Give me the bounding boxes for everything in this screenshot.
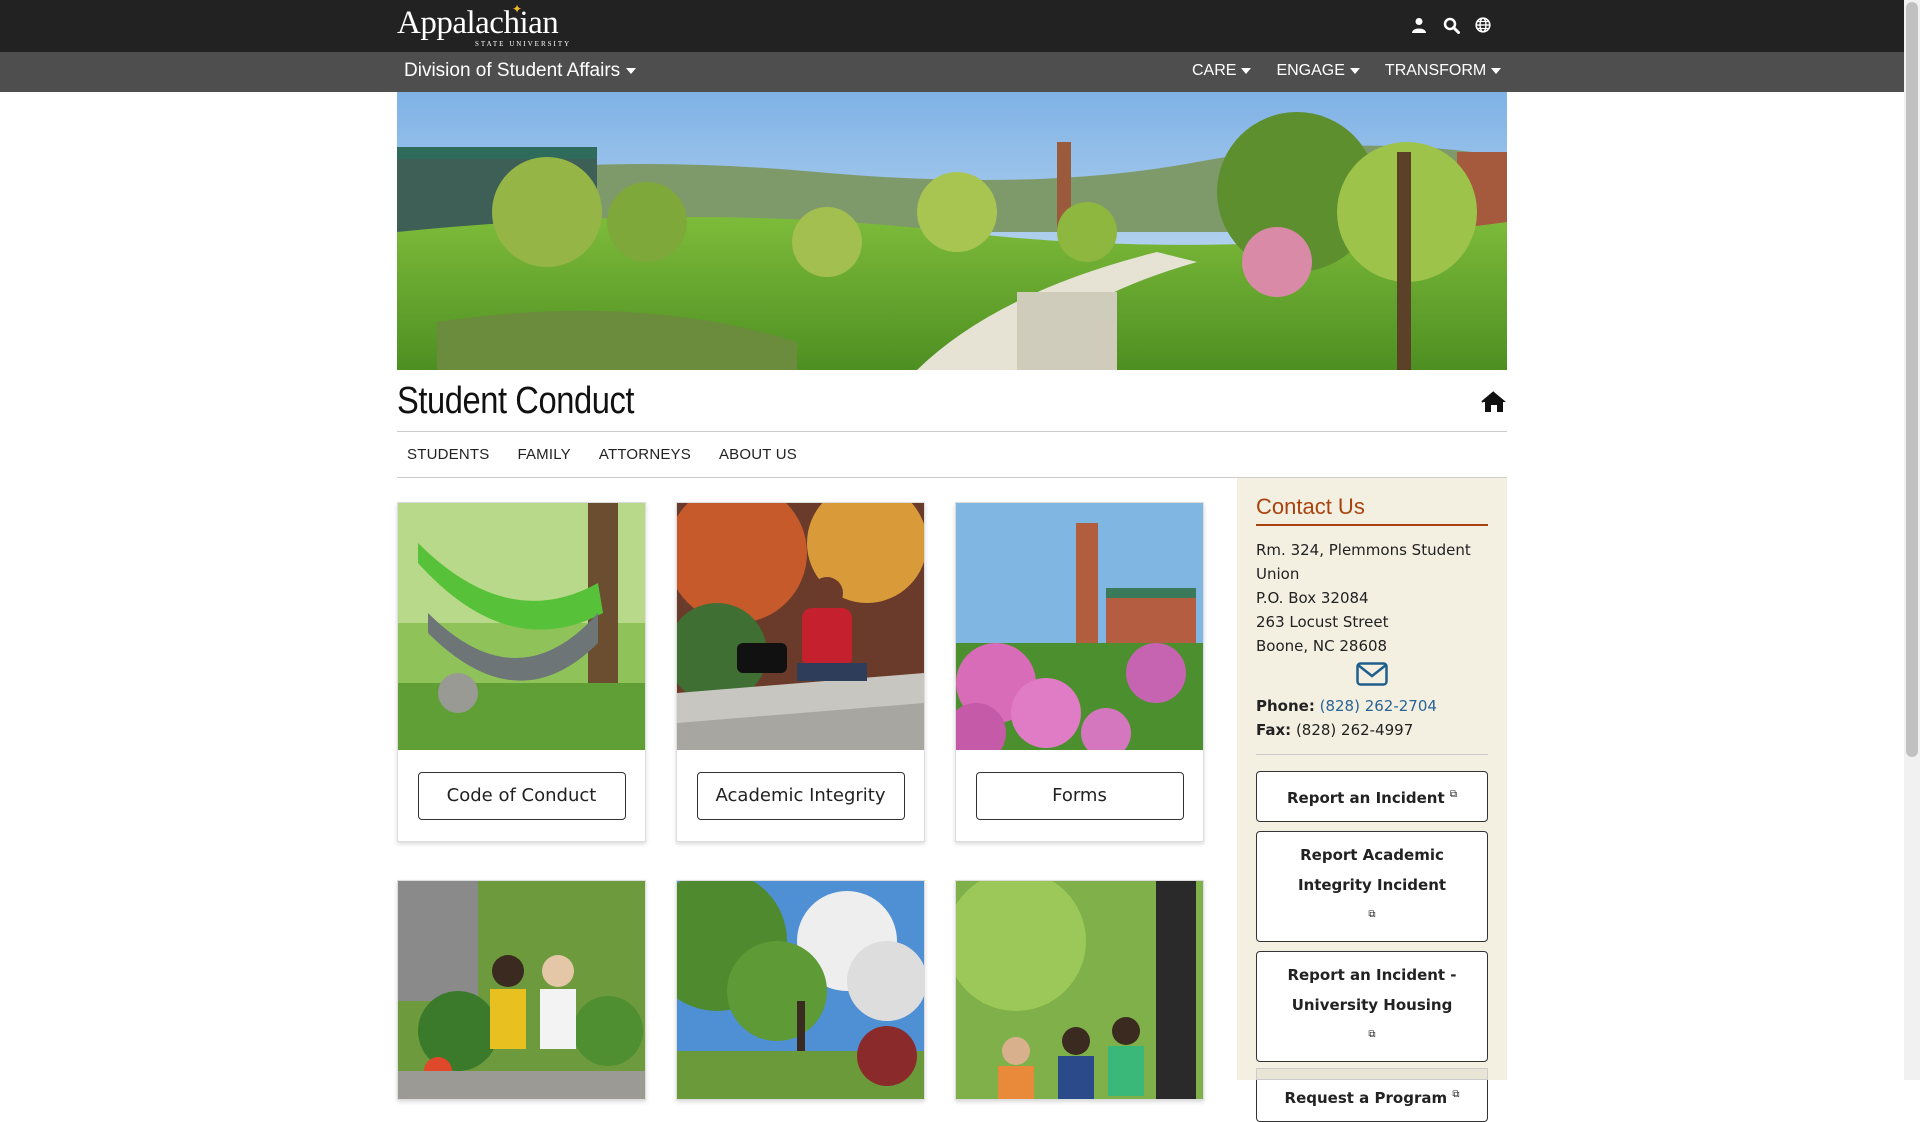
page-header: Student Conduct: [397, 370, 1507, 432]
logo-subtitle: STATE UNIVERSITY: [475, 40, 572, 48]
fax-label: Fax:: [1256, 721, 1292, 739]
report-housing-incident-button[interactable]: Report an Incident - University Housing …: [1256, 951, 1488, 1062]
global-header: ✦ Appalachian STATE UNIVERSITY: [0, 0, 1904, 52]
tab-attorneys[interactable]: ATTORNEYS: [599, 446, 691, 463]
forms-button[interactable]: Forms: [975, 771, 1184, 820]
academic-integrity-button[interactable]: Academic Integrity: [696, 771, 905, 820]
phone-label: Phone:: [1256, 697, 1315, 715]
contact-address: Rm. 324, Plemmons Student Union P.O. Box…: [1256, 538, 1488, 658]
phone-line: Phone: (828) 262-2704: [1256, 694, 1488, 718]
card-image-bell-tower: [956, 503, 1203, 750]
nav-engage-label: ENGAGE: [1276, 62, 1345, 79]
email-link[interactable]: [1256, 662, 1488, 694]
utility-icons: [1410, 14, 1492, 36]
card-forms: Forms: [955, 502, 1204, 842]
fax-line: Fax: (828) 262-4997: [1256, 718, 1488, 742]
report-incident-button[interactable]: Report an Incident ⧉: [1256, 771, 1488, 822]
external-link-icon: ⧉: [1452, 1089, 1460, 1100]
card-image-hammocks: [398, 503, 645, 750]
contact-title: Contact Us: [1256, 494, 1488, 526]
card-students-group: [955, 880, 1204, 1100]
map-thumbnail[interactable]: [1256, 1068, 1488, 1080]
user-icon[interactable]: [1410, 14, 1428, 36]
card-campus-statue: [676, 880, 925, 1100]
report-incident-label: Report an Incident: [1286, 789, 1445, 807]
tab-about-us[interactable]: ABOUT US: [719, 446, 797, 463]
address-line: Boone, NC 28608: [1256, 637, 1388, 655]
chevron-down-icon: [1491, 68, 1502, 74]
logo-star-icon: ✦: [512, 2, 523, 16]
chevron-down-icon: [1349, 68, 1360, 74]
tab-students[interactable]: STUDENTS: [407, 446, 489, 463]
nav-care[interactable]: CARE: [1192, 62, 1252, 80]
external-link-icon: ⧉: [1368, 1029, 1376, 1040]
hero-banner-image: [397, 92, 1507, 370]
external-link-icon: ⧉: [1449, 789, 1457, 800]
division-nav: Division of Student Affairs CARE ENGAGE …: [0, 52, 1904, 92]
chevron-down-icon: [626, 68, 637, 74]
contact-sidebar: Contact Us Rm. 324, Plemmons Student Uni…: [1237, 478, 1507, 1122]
nav-care-label: CARE: [1192, 62, 1237, 79]
card-button-wrap: Academic Integrity: [677, 750, 924, 841]
division-label: Division of Student Affairs: [404, 60, 621, 81]
report-academic-integrity-button[interactable]: Report Academic Integrity Incident ⧉: [1256, 831, 1488, 942]
tab-family[interactable]: FAMILY: [517, 446, 570, 463]
chevron-down-icon: [1241, 68, 1252, 74]
globe-icon[interactable]: [1474, 14, 1492, 36]
nav-transform[interactable]: TRANSFORM: [1384, 62, 1502, 80]
card-button-wrap: Forms: [956, 750, 1203, 841]
card-image-statue: [677, 881, 924, 1099]
section-nav: STUDENTS FAMILY ATTORNEYS ABOUT US: [397, 432, 1507, 478]
card-students-outdoors: [397, 880, 646, 1100]
address-line: 263 Locust Street: [1256, 613, 1389, 631]
envelope-icon: [1356, 662, 1388, 686]
report-housing-incident-label: Report an Incident - University Housing: [1287, 966, 1457, 1014]
search-icon[interactable]: [1442, 14, 1460, 36]
external-link-icon: ⧉: [1368, 909, 1376, 920]
phone-link[interactable]: (828) 262-2704: [1320, 697, 1437, 715]
address-line: Union: [1256, 565, 1300, 583]
university-logo[interactable]: ✦ Appalachian STATE UNIVERSITY: [397, 2, 569, 48]
home-icon[interactable]: [1481, 390, 1507, 414]
scrollbar-thumb[interactable]: [1906, 2, 1918, 757]
nav-engage[interactable]: ENGAGE: [1276, 62, 1360, 80]
logo-wordmark: Appalachian: [397, 5, 559, 41]
divider: [1256, 754, 1488, 755]
card-academic-integrity: Academic Integrity: [676, 502, 925, 842]
card-image-student-reading: [677, 503, 924, 750]
division-links: CARE ENGAGE TRANSFORM: [1192, 62, 1502, 80]
address-line: P.O. Box 32084: [1256, 589, 1369, 607]
card-image-group: [956, 881, 1203, 1099]
request-program-label: Request a Program: [1284, 1089, 1448, 1107]
card-code-of-conduct: Code of Conduct: [397, 502, 646, 842]
nav-transform-label: TRANSFORM: [1384, 62, 1487, 79]
address-line: Rm. 324, Plemmons Student: [1256, 541, 1471, 559]
card-button-wrap: Code of Conduct: [398, 750, 645, 841]
page-title: Student Conduct: [397, 380, 635, 422]
code-of-conduct-button[interactable]: Code of Conduct: [417, 771, 626, 820]
card-image-students: [398, 881, 645, 1099]
report-academic-integrity-label: Report Academic Integrity Incident: [1297, 846, 1447, 894]
fax-value: (828) 262-4997: [1295, 721, 1414, 739]
division-menu-button[interactable]: Division of Student Affairs: [404, 60, 637, 82]
